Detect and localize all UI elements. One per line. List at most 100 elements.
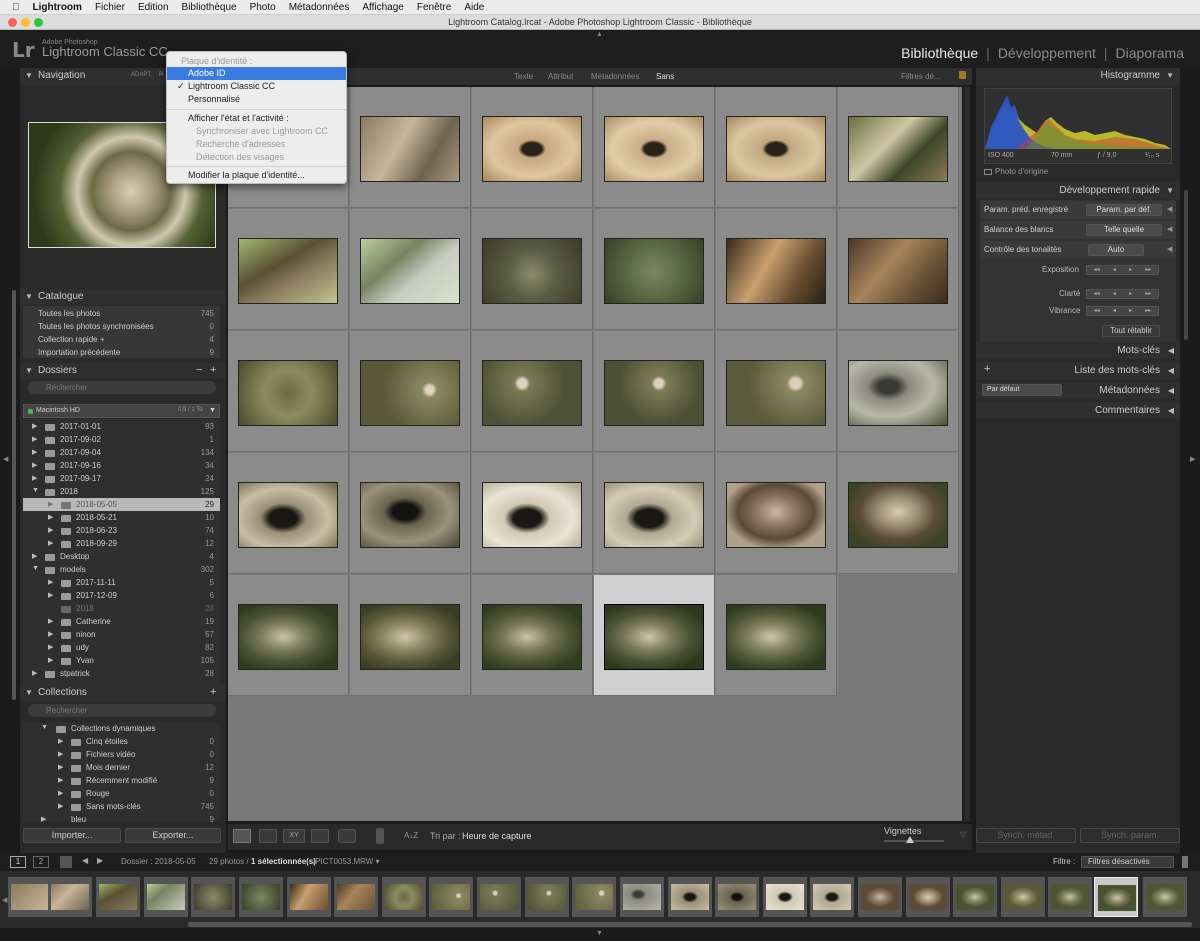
folder-item[interactable]: ▶ Catherine 19 xyxy=(23,615,220,628)
collection-group[interactable]: ▼ Collections dynamiques xyxy=(23,722,220,735)
filmstrip-thumb[interactable] xyxy=(1048,877,1092,917)
vibrance-buttons[interactable]: ◂◂ ◂ ▸ ▸▸ xyxy=(1086,306,1159,316)
filmstrip-thumb[interactable] xyxy=(334,877,378,917)
filmstrip-thumb[interactable] xyxy=(572,877,616,917)
filmstrip-thumb[interactable] xyxy=(48,877,92,917)
folder-item[interactable]: ▶ 2017-09-02 1 xyxy=(23,433,220,446)
photo-thumbnail[interactable] xyxy=(238,604,338,670)
grid-cell[interactable] xyxy=(350,575,471,696)
sync-settings-button[interactable]: Synch. param. xyxy=(1080,828,1180,843)
grid-cell[interactable] xyxy=(716,575,837,696)
folder-item[interactable]: ▶ Yvan 105 xyxy=(23,654,220,667)
menu-item-address-lookup[interactable]: Recherche d'adresses xyxy=(167,138,346,151)
nav-zoom-adapt[interactable]: ADAPT. xyxy=(131,72,152,78)
grid-icon[interactable] xyxy=(60,856,72,868)
filmstrip-thumb[interactable] xyxy=(858,877,902,917)
collapse-triangle-icon[interactable]: ◀ xyxy=(1167,245,1172,253)
lock-icon[interactable] xyxy=(959,71,966,79)
close-window-button[interactable] xyxy=(8,18,17,27)
filmstrip-thumb[interactable] xyxy=(1143,877,1187,917)
grid-cell[interactable] xyxy=(838,209,959,330)
photo-thumbnail[interactable] xyxy=(482,604,582,670)
folder-item-dimmed[interactable]: 2018 28 xyxy=(23,602,220,615)
apple-icon[interactable]:  xyxy=(12,2,20,13)
grid-cell[interactable] xyxy=(716,331,837,452)
back-arrow-icon[interactable]: ◀ xyxy=(82,856,88,865)
folder-item[interactable]: ▼ models 302 xyxy=(23,563,220,576)
clarity-buttons[interactable]: ◂◂ ◂ ▸ ▸▸ xyxy=(1086,289,1159,299)
step-button[interactable]: ▸ xyxy=(1129,266,1132,274)
filter-tab-sans[interactable]: Sans xyxy=(656,72,674,81)
collapse-triangle-icon[interactable]: ▼ xyxy=(1166,71,1174,80)
filmstrip-thumb[interactable] xyxy=(763,877,807,917)
grid-view-icon[interactable] xyxy=(233,829,251,843)
menu-fichier[interactable]: Fichier xyxy=(95,2,125,13)
grid-cell[interactable] xyxy=(594,209,715,330)
photo-thumbnail[interactable] xyxy=(848,238,948,304)
collection-search-input[interactable]: Rechercher xyxy=(28,704,216,717)
filmstrip-thumb[interactable] xyxy=(382,877,426,917)
menu-bibliotheque[interactable]: Bibliothèque xyxy=(182,2,237,13)
grid-cell[interactable] xyxy=(716,453,837,574)
folder-item[interactable]: ▶ udy 82 xyxy=(23,641,220,654)
filmstrip-thumb[interactable] xyxy=(906,877,950,917)
folder-item[interactable]: ▶ 2017-12-09 6 xyxy=(23,589,220,602)
step-button[interactable]: ◂◂ xyxy=(1094,307,1100,315)
preset-select[interactable]: Param. par déf. xyxy=(1086,204,1162,216)
photo-thumbnail[interactable] xyxy=(726,604,826,670)
collapse-triangle-icon[interactable]: ▼ xyxy=(25,366,33,375)
grid-cell[interactable] xyxy=(472,575,593,696)
import-button[interactable]: Importer... xyxy=(23,828,121,843)
folder-item[interactable]: ▶ 2018-09-29 12 xyxy=(23,537,220,550)
photo-thumbnail[interactable] xyxy=(360,238,460,304)
catalogue-item[interactable]: Toutes les photos synchronisées 0 xyxy=(23,320,220,333)
folder-item[interactable]: ▶ 2018-05-21 10 xyxy=(23,511,220,524)
menu-aide[interactable]: Aide xyxy=(464,2,484,13)
grid-cell[interactable] xyxy=(472,331,593,452)
grid-cell[interactable] xyxy=(228,209,349,330)
step-button[interactable]: ◂ xyxy=(1113,307,1116,315)
folder-item[interactable]: ▼ 2018 125 xyxy=(23,485,220,498)
folder-search-input[interactable]: Rechercher xyxy=(28,381,216,394)
grid-cell[interactable] xyxy=(594,453,715,574)
expand-triangle-icon[interactable]: ◀ xyxy=(1167,225,1172,233)
step-button[interactable]: ▸ xyxy=(1129,307,1132,315)
filmstrip-thumb[interactable] xyxy=(477,877,521,917)
folder-item[interactable]: ▶ stpatrick 28 xyxy=(23,667,220,680)
menu-affichage[interactable]: Affichage xyxy=(362,2,404,13)
photo-thumbnail[interactable] xyxy=(848,116,948,182)
add-folder-button[interactable]: + xyxy=(210,364,216,376)
primary-window-button[interactable]: 1 xyxy=(10,856,26,868)
metadata-preset-select[interactable]: Par défaut xyxy=(982,384,1062,396)
spray-can-icon[interactable] xyxy=(376,828,384,844)
add-keyword-button[interactable]: + xyxy=(984,363,990,375)
step-button[interactable]: ▸▸ xyxy=(1145,307,1151,315)
menu-metadonnees[interactable]: Métadonnées xyxy=(289,2,350,13)
grid-cell[interactable] xyxy=(228,331,349,452)
minimize-window-button[interactable] xyxy=(21,18,30,27)
photo-thumbnail[interactable] xyxy=(604,238,704,304)
menu-item-edit-identity[interactable]: Modifier la plaque d'identité... xyxy=(167,169,346,182)
toolbar-menu-icon[interactable]: ▽ xyxy=(960,830,966,839)
filmstrip-thumb[interactable] xyxy=(144,877,188,917)
filmstrip-scrollbar[interactable] xyxy=(188,922,1192,927)
keyword-list-header[interactable]: + Liste des mots-clés ◀ xyxy=(976,362,1180,379)
selected-filename[interactable]: /PICT0053.MRW ▾ xyxy=(313,857,380,866)
filmstrip-thumb[interactable] xyxy=(953,877,997,917)
bottom-panel-arrow-icon[interactable]: ▼ xyxy=(596,930,603,937)
folder-item[interactable]: ▶ ninon 57 xyxy=(23,628,220,641)
folder-item[interactable]: ▶ Desktop 4 xyxy=(23,550,220,563)
folder-item[interactable]: ▶ 2017-01-01 93 xyxy=(23,420,220,433)
grid-cell[interactable] xyxy=(716,87,837,208)
folder-item[interactable]: ▶ 2017-09-17 24 xyxy=(23,472,220,485)
filmstrip-thumb[interactable] xyxy=(239,877,283,917)
step-button[interactable]: ▸▸ xyxy=(1145,290,1151,298)
white-balance-select[interactable]: Telle quelle xyxy=(1086,224,1162,236)
sort-direction-icon[interactable]: A↓Z xyxy=(404,831,418,840)
collection-item[interactable]: ▶ Récemment modifié 9 xyxy=(23,774,220,787)
add-collection-button[interactable]: + xyxy=(210,686,216,698)
catalogue-item[interactable]: Toutes les photos 745 xyxy=(23,307,220,320)
filmstrip-thumb[interactable] xyxy=(525,877,569,917)
remove-folder-button[interactable]: − xyxy=(196,364,202,376)
collapse-triangle-icon[interactable]: ▼ xyxy=(25,71,33,80)
